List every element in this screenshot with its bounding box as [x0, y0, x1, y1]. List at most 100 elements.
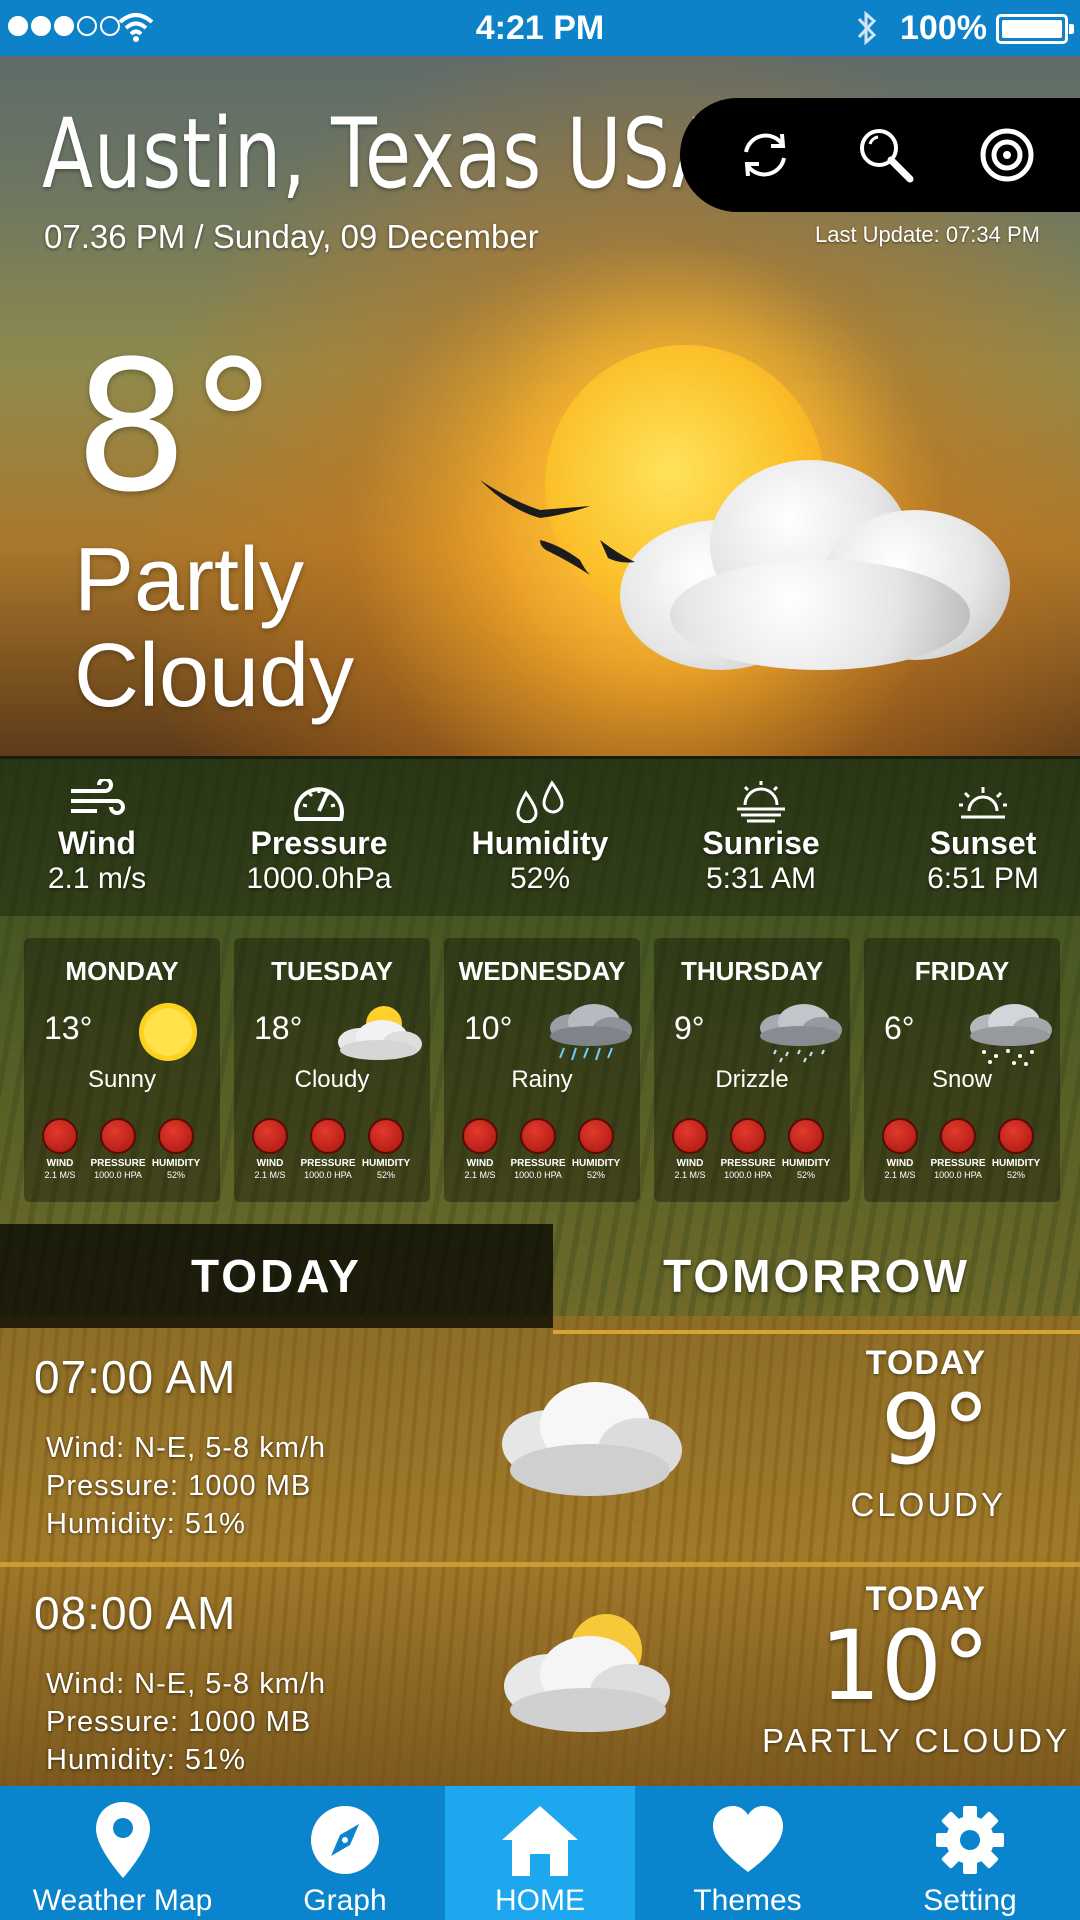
hour-humidity: Humidity: 51% [46, 1508, 246, 1540]
battery-icon [996, 14, 1074, 44]
stat-value: 1000.0hPa [246, 862, 392, 895]
forecast-card-friday[interactable]: FRIDAY 6° Snow WIND 2.1 M/S PRESSURE 100… [864, 938, 1060, 1202]
hour-condition: PARTLY CLOUDY [762, 1722, 1070, 1759]
mini-label: PRESSURE [90, 1158, 146, 1169]
stat-label: Sunrise [702, 825, 820, 861]
mini-label: PRESSURE [930, 1158, 986, 1169]
mini-label: HUMIDITY [361, 1158, 411, 1169]
nav-setting[interactable]: Setting [860, 1786, 1080, 1920]
bottom-navigation: Weather Map Graph HOME Themes Setting [0, 1786, 1080, 1920]
cloud-icon [502, 1382, 682, 1496]
forecast-card-tuesday[interactable]: TUESDAY 18° Cloudy WIND 2.1 M/S PRESSURE… [234, 938, 430, 1202]
mini-value: 1000.0 HPA [724, 1170, 772, 1180]
mini-humidity-icon [368, 1118, 404, 1154]
snow-cloud-icon [970, 1004, 1052, 1066]
forecast-condition: Snow [931, 1066, 993, 1093]
hour-temp: 9° [880, 1374, 990, 1486]
sun-icon [139, 1003, 197, 1061]
stat-humidity: Humidity 52% [435, 779, 645, 896]
mini-gauge-icon [730, 1118, 766, 1154]
forecast-condition: Sunny [87, 1066, 157, 1093]
mini-label: WIND [676, 1158, 704, 1169]
nav-themes[interactable]: Themes [635, 1786, 860, 1920]
mini-value: 2.1 M/S [674, 1170, 706, 1180]
nav-weather-map[interactable]: Weather Map [0, 1786, 245, 1920]
bluetooth-icon [857, 10, 877, 46]
compass-icon [311, 1806, 379, 1874]
hour-humidity: Humidity: 51% [46, 1744, 246, 1776]
wind-icon [71, 779, 125, 815]
nav-graph[interactable]: Graph [245, 1786, 445, 1920]
city-title: Austin, Texas USA [42, 98, 724, 210]
rain-cloud-icon [550, 1004, 632, 1061]
forecast-day: MONDAY [65, 956, 179, 986]
mini-humidity-icon [788, 1118, 824, 1154]
tab-tomorrow[interactable]: TOMORROW [553, 1224, 1080, 1328]
nav-label: Graph [303, 1884, 387, 1917]
hour-wind: Wind: N-E, 5-8 km/h [46, 1432, 327, 1464]
mini-stat-pressure: PRESSURE 1000.0 HPA [510, 1118, 566, 1181]
stat-sunrise: Sunrise 5:31 AM [656, 779, 866, 896]
mini-wind-icon [252, 1118, 288, 1154]
stat-value: 2.1 m/s [47, 862, 147, 895]
nav-label: Weather Map [32, 1884, 213, 1917]
home-icon [502, 1806, 578, 1876]
mini-humidity-icon [998, 1118, 1034, 1154]
map-pin-icon [95, 1802, 150, 1878]
hourly-row[interactable]: 08:00 AM Wind: N-E, 5-8 km/h Pressure: 1… [0, 1570, 1080, 1800]
gear-icon [936, 1806, 1004, 1874]
mini-wind-icon [42, 1118, 78, 1154]
mini-value: 52% [376, 1170, 395, 1180]
mini-label: PRESSURE [510, 1158, 566, 1169]
stat-label: Humidity [471, 825, 609, 861]
forecast-condition: Cloudy [294, 1066, 370, 1093]
mini-wind-icon [672, 1118, 708, 1154]
current-temperature: 8° [74, 323, 279, 532]
mini-humidity-icon [158, 1118, 194, 1154]
forecast-day: TUESDAY [271, 956, 393, 986]
mini-value: 2.1 M/S [884, 1170, 916, 1180]
mini-value: 52% [796, 1170, 815, 1180]
birds-illustration [480, 480, 635, 575]
mini-stat-humidity: HUMIDITY 52% [568, 1118, 624, 1181]
mini-value: 2.1 M/S [254, 1170, 286, 1180]
hour-temp: 10° [819, 1610, 990, 1722]
forecast-day: FRIDAY [914, 956, 1010, 986]
mini-wind-icon [882, 1118, 918, 1154]
sunset-icon [959, 787, 1007, 819]
tab-today[interactable]: TODAY [0, 1224, 553, 1328]
forecast-condition: Rainy [511, 1066, 573, 1093]
stat-label: Pressure [250, 825, 388, 861]
mini-stat-pressure: PRESSURE 1000.0 HPA [90, 1118, 146, 1181]
location-target-icon[interactable] [974, 122, 1040, 188]
humidity-drops-icon [516, 780, 564, 823]
mini-label: PRESSURE [300, 1158, 356, 1169]
mini-stat-wind: WIND 2.1 M/S [242, 1118, 298, 1181]
refresh-icon[interactable] [732, 122, 798, 188]
mini-label: PRESSURE [720, 1158, 776, 1169]
mini-stat-wind: WIND 2.1 M/S [662, 1118, 718, 1181]
last-update-label: Last Update: 07:34 PM [814, 222, 1040, 247]
forecast-card-monday[interactable]: MONDAY 13° Sunny WIND 2.1 M/S PRESSURE 1… [24, 938, 220, 1202]
forecast-card-wednesday[interactable]: WEDNESDAY 10° Rainy WIND 2.1 M/S PRESSUR… [444, 938, 640, 1202]
hourly-row[interactable]: 07:00 AM Wind: N-E, 5-8 km/h Pressure: 1… [0, 1334, 1080, 1564]
nav-label: Themes [693, 1884, 802, 1917]
mini-stat-pressure: PRESSURE 1000.0 HPA [720, 1118, 776, 1181]
stat-value: 5:31 AM [705, 862, 817, 895]
stat-value: 52% [509, 862, 571, 895]
hour-pressure: Pressure: 1000 MB [46, 1706, 312, 1738]
hour-time: 08:00 AM [34, 1587, 237, 1639]
mini-stat-humidity: HUMIDITY 52% [778, 1118, 834, 1181]
current-datetime: 07.36 PM / Sunday, 09 December [44, 218, 539, 255]
hour-pressure: Pressure: 1000 MB [46, 1470, 312, 1502]
nav-home[interactable]: HOME [445, 1786, 635, 1920]
stat-wind: Wind 2.1 m/s [0, 779, 202, 896]
row-divider [0, 1562, 1080, 1567]
mini-label: HUMIDITY [151, 1158, 201, 1169]
forecast-card-thursday[interactable]: THURSDAY 9° Drizzle WIND 2.1 M/S PRESSUR… [654, 938, 850, 1202]
mini-stat-wind: WIND 2.1 M/S [452, 1118, 508, 1181]
gauge-icon [294, 787, 344, 821]
search-icon[interactable] [852, 122, 918, 188]
mini-label: WIND [466, 1158, 494, 1169]
header-toolbar [680, 98, 1080, 212]
